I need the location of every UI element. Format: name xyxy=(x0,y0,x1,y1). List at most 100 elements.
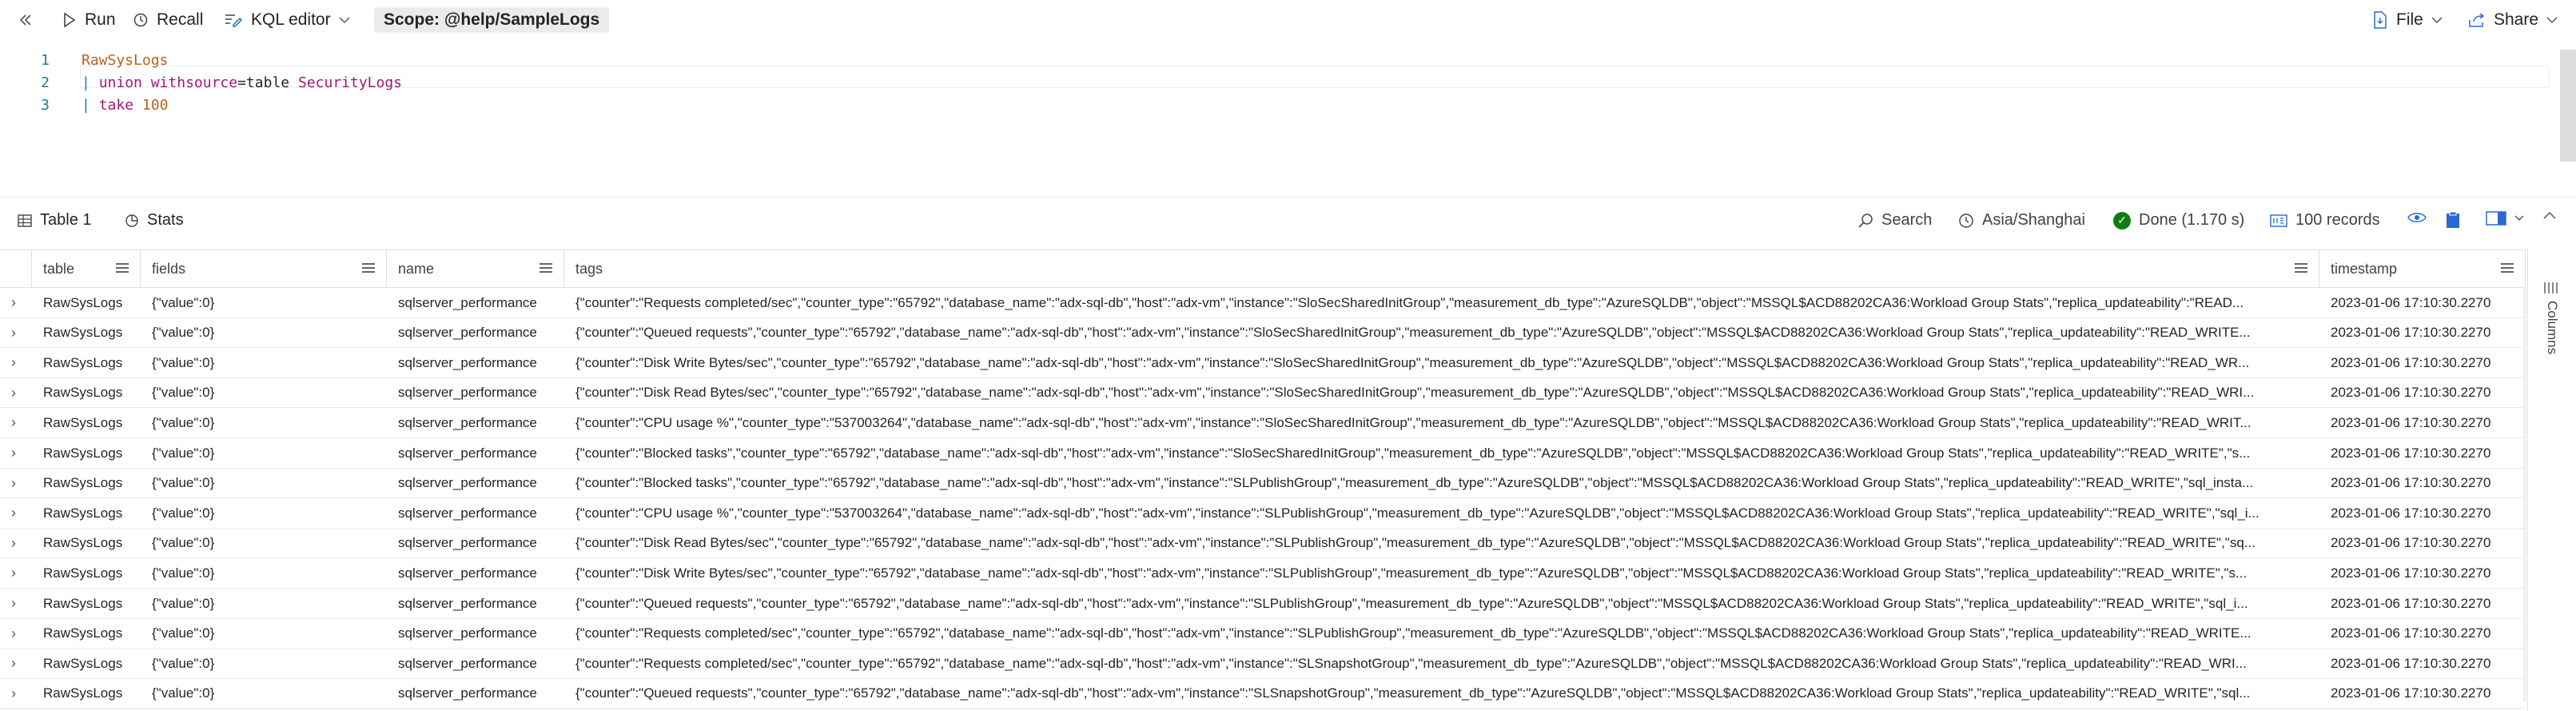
cell-table[interactable]: RawSysLogs xyxy=(32,649,141,678)
query-editor[interactable]: 1 RawSysLogs 2 | union withsource=table … xyxy=(0,42,2576,194)
column-menu-icon[interactable] xyxy=(362,263,375,273)
cell-table[interactable]: RawSysLogs xyxy=(32,679,141,709)
cell-fields[interactable]: {"value":0} xyxy=(141,469,387,498)
cell-name[interactable]: sqlserver_performance xyxy=(387,649,564,678)
cell-name[interactable]: sqlserver_performance xyxy=(387,529,564,558)
cell-fields[interactable]: {"value":0} xyxy=(141,498,387,528)
editor-scrollbar[interactable] xyxy=(2560,50,2576,162)
expand-row-chevron-icon[interactable]: › xyxy=(11,354,16,371)
cell-tags[interactable]: {"counter":"Blocked tasks","counter_type… xyxy=(564,438,2319,468)
cell-table[interactable]: RawSysLogs xyxy=(32,288,141,318)
table-row[interactable]: › RawSysLogs {"value":0} sqlserver_performa… xyxy=(0,288,2526,318)
cell-table[interactable]: RawSysLogs xyxy=(32,558,141,588)
cell-timestamp[interactable]: 2023-01-06 17:10:30.2270 xyxy=(2319,318,2526,348)
cell-tags[interactable]: {"counter":"Requests completed/sec","cou… xyxy=(564,288,2319,318)
column-menu-icon[interactable] xyxy=(2295,263,2307,273)
expand-row-chevron-icon[interactable]: › xyxy=(11,475,16,492)
column-header-table[interactable]: table xyxy=(32,250,141,287)
cell-fields[interactable]: {"value":0} xyxy=(141,649,387,678)
search-button[interactable]: Search xyxy=(1857,211,1932,230)
table-row[interactable]: › RawSysLogs {"value":0} sqlserver_performa… xyxy=(0,318,2526,349)
cell-name[interactable]: sqlserver_performance xyxy=(387,469,564,498)
cell-name[interactable]: sqlserver_performance xyxy=(387,498,564,528)
cell-tags[interactable]: {"counter":"Disk Write Bytes/sec","count… xyxy=(564,348,2319,377)
cell-timestamp[interactable]: 2023-01-06 17:10:30.2270 xyxy=(2319,589,2526,618)
cell-fields[interactable]: {"value":0} xyxy=(141,378,387,408)
cell-table[interactable]: RawSysLogs xyxy=(32,498,141,528)
cell-name[interactable]: sqlserver_performance xyxy=(387,318,564,348)
cell-fields[interactable]: {"value":0} xyxy=(141,558,387,588)
table-row[interactable]: › RawSysLogs {"value":0} sqlserver_performa… xyxy=(0,498,2526,529)
expand-row-chevron-icon[interactable]: › xyxy=(11,294,16,311)
cell-timestamp[interactable]: 2023-01-06 17:10:30.2270 xyxy=(2319,558,2526,588)
expand-row-chevron-icon[interactable]: › xyxy=(11,505,16,521)
cell-table[interactable]: RawSysLogs xyxy=(32,589,141,618)
cell-tags[interactable]: {"counter":"Disk Read Bytes/sec","counte… xyxy=(564,378,2319,408)
file-menu[interactable]: File xyxy=(2372,7,2443,33)
cell-fields[interactable]: {"value":0} xyxy=(141,438,387,468)
expand-row-chevron-icon[interactable]: › xyxy=(11,625,16,642)
expand-row-chevron-icon[interactable]: › xyxy=(11,535,16,552)
cell-name[interactable]: sqlserver_performance xyxy=(387,438,564,468)
cell-fields[interactable]: {"value":0} xyxy=(141,679,387,709)
cell-name[interactable]: sqlserver_performance xyxy=(387,348,564,377)
table-row[interactable]: › RawSysLogs {"value":0} sqlserver_performa… xyxy=(0,408,2526,438)
table-row[interactable]: › RawSysLogs {"value":0} sqlserver_performa… xyxy=(0,679,2526,709)
grid-scrollbar[interactable] xyxy=(2523,286,2526,702)
cell-tags[interactable]: {"counter":"Queued requests","counter_ty… xyxy=(564,679,2319,709)
cell-name[interactable]: sqlserver_performance xyxy=(387,288,564,318)
cell-fields[interactable]: {"value":0} xyxy=(141,408,387,437)
column-header-tags[interactable]: tags xyxy=(564,250,2319,287)
table-row[interactable]: › RawSysLogs {"value":0} sqlserver_performa… xyxy=(0,348,2526,378)
cell-table[interactable]: RawSysLogs xyxy=(32,318,141,348)
cell-fields[interactable]: {"value":0} xyxy=(141,288,387,318)
column-header-timestamp[interactable]: timestamp xyxy=(2319,250,2526,287)
cell-fields[interactable]: {"value":0} xyxy=(141,529,387,558)
view-toggle-button[interactable] xyxy=(2407,211,2427,224)
cell-name[interactable]: sqlserver_performance xyxy=(387,408,564,437)
cell-tags[interactable]: {"counter":"CPU usage %","counter_type":… xyxy=(564,408,2319,437)
cell-table[interactable]: RawSysLogs xyxy=(32,378,141,408)
cell-timestamp[interactable]: 2023-01-06 17:10:30.2270 xyxy=(2319,438,2526,468)
collapse-pane-button[interactable] xyxy=(18,7,34,33)
expand-row-chevron-icon[interactable]: › xyxy=(11,685,16,702)
column-header-name[interactable]: name xyxy=(387,250,564,287)
expand-row-chevron-icon[interactable]: › xyxy=(11,595,16,612)
cell-timestamp[interactable]: 2023-01-06 17:10:30.2270 xyxy=(2319,378,2526,408)
table-row[interactable]: › RawSysLogs {"value":0} sqlserver_performa… xyxy=(0,438,2526,469)
cell-tags[interactable]: {"counter":"Queued requests","counter_ty… xyxy=(564,589,2319,618)
columns-side-panel[interactable]: Columns xyxy=(2527,250,2576,711)
column-menu-icon[interactable] xyxy=(2501,263,2514,273)
cell-timestamp[interactable]: 2023-01-06 17:10:30.2270 xyxy=(2319,619,2526,649)
tab-table-1[interactable]: Table 1 xyxy=(18,211,92,230)
cell-table[interactable]: RawSysLogs xyxy=(32,619,141,649)
cell-fields[interactable]: {"value":0} xyxy=(141,589,387,618)
cell-name[interactable]: sqlserver_performance xyxy=(387,619,564,649)
table-row[interactable]: › RawSysLogs {"value":0} sqlserver_performa… xyxy=(0,529,2526,559)
layout-menu[interactable] xyxy=(2486,211,2524,226)
table-row[interactable]: › RawSysLogs {"value":0} sqlserver_performa… xyxy=(0,469,2526,499)
expand-row-chevron-icon[interactable]: › xyxy=(11,414,16,431)
cell-table[interactable]: RawSysLogs xyxy=(32,408,141,437)
recall-button[interactable]: Recall xyxy=(133,7,203,33)
cell-name[interactable]: sqlserver_performance xyxy=(387,558,564,588)
cell-timestamp[interactable]: 2023-01-06 17:10:30.2270 xyxy=(2319,649,2526,678)
cell-timestamp[interactable]: 2023-01-06 17:10:30.2270 xyxy=(2319,679,2526,709)
expand-row-chevron-icon[interactable]: › xyxy=(11,385,16,401)
cell-tags[interactable]: {"counter":"Queued requests","counter_ty… xyxy=(564,318,2319,348)
cell-tags[interactable]: {"counter":"Disk Write Bytes/sec","count… xyxy=(564,558,2319,588)
expand-row-chevron-icon[interactable]: › xyxy=(11,655,16,672)
tab-stats[interactable]: Stats xyxy=(125,211,184,230)
table-row[interactable]: › RawSysLogs {"value":0} sqlserver_performa… xyxy=(0,589,2526,619)
cell-table[interactable]: RawSysLogs xyxy=(32,529,141,558)
expand-row-chevron-icon[interactable]: › xyxy=(11,325,16,342)
copy-button[interactable] xyxy=(2446,211,2460,229)
expand-row-chevron-icon[interactable]: › xyxy=(11,565,16,581)
run-button[interactable]: Run xyxy=(62,7,116,33)
column-header-fields[interactable]: fields xyxy=(141,250,387,287)
share-menu[interactable]: Share xyxy=(2468,7,2558,33)
collapse-results-button[interactable] xyxy=(2543,211,2556,219)
column-menu-icon[interactable] xyxy=(116,263,129,273)
column-menu-icon[interactable] xyxy=(539,263,552,273)
cell-fields[interactable]: {"value":0} xyxy=(141,348,387,377)
